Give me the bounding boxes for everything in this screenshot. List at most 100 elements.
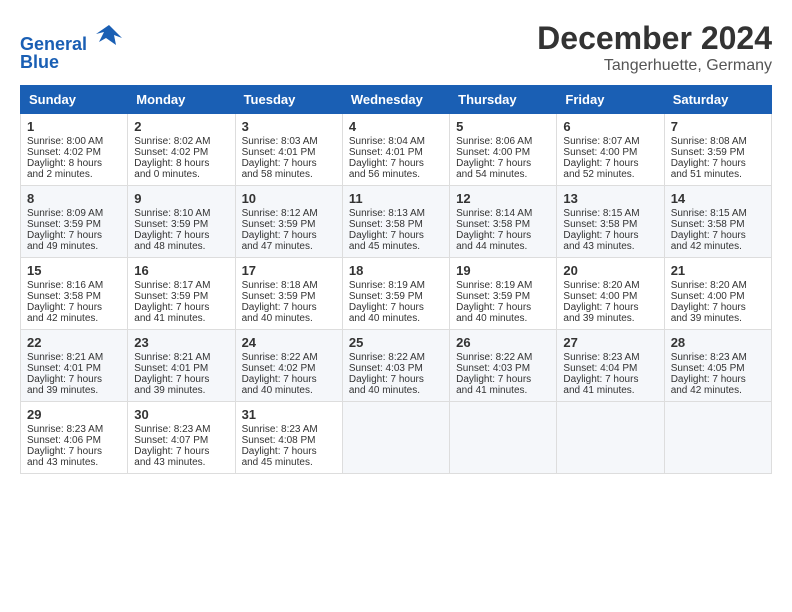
calendar-cell: 11Sunrise: 8:13 AMSunset: 3:58 PMDayligh… <box>342 186 449 258</box>
day-info: Daylight: 7 hours <box>563 302 657 313</box>
calendar-cell: 19Sunrise: 8:19 AMSunset: 3:59 PMDayligh… <box>450 258 557 330</box>
day-info: Sunrise: 8:10 AM <box>134 208 228 219</box>
day-info: and 2 minutes. <box>27 169 121 180</box>
day-info: Sunrise: 8:14 AM <box>456 208 550 219</box>
day-info: Sunrise: 8:23 AM <box>134 424 228 435</box>
day-info: and 47 minutes. <box>242 241 336 252</box>
calendar-week-3: 15Sunrise: 8:16 AMSunset: 3:58 PMDayligh… <box>21 258 772 330</box>
day-info: Daylight: 7 hours <box>563 158 657 169</box>
day-info: Daylight: 7 hours <box>27 302 121 313</box>
day-info: Sunset: 3:59 PM <box>242 291 336 302</box>
calendar-cell: 8Sunrise: 8:09 AMSunset: 3:59 PMDaylight… <box>21 186 128 258</box>
day-number: 4 <box>349 119 443 134</box>
day-info: Daylight: 7 hours <box>671 302 765 313</box>
day-info: Sunset: 3:59 PM <box>456 291 550 302</box>
day-info: Sunrise: 8:21 AM <box>27 352 121 363</box>
day-info: Daylight: 7 hours <box>27 446 121 457</box>
calendar-cell: 23Sunrise: 8:21 AMSunset: 4:01 PMDayligh… <box>128 330 235 402</box>
calendar-cell: 24Sunrise: 8:22 AMSunset: 4:02 PMDayligh… <box>235 330 342 402</box>
day-info: Sunrise: 8:07 AM <box>563 136 657 147</box>
day-info: and 40 minutes. <box>242 385 336 396</box>
day-info: Sunset: 3:59 PM <box>134 219 228 230</box>
day-number: 15 <box>27 263 121 278</box>
day-info: and 52 minutes. <box>563 169 657 180</box>
day-info: Daylight: 7 hours <box>27 374 121 385</box>
calendar-cell: 10Sunrise: 8:12 AMSunset: 3:59 PMDayligh… <box>235 186 342 258</box>
day-info: Daylight: 7 hours <box>242 446 336 457</box>
day-info: and 54 minutes. <box>456 169 550 180</box>
calendar-week-4: 22Sunrise: 8:21 AMSunset: 4:01 PMDayligh… <box>21 330 772 402</box>
calendar-cell: 1Sunrise: 8:00 AMSunset: 4:02 PMDaylight… <box>21 114 128 186</box>
day-info: Daylight: 7 hours <box>563 374 657 385</box>
day-info: Sunrise: 8:23 AM <box>563 352 657 363</box>
day-info: Daylight: 7 hours <box>134 230 228 241</box>
day-number: 14 <box>671 191 765 206</box>
day-info: Daylight: 7 hours <box>671 158 765 169</box>
day-info: Sunrise: 8:09 AM <box>27 208 121 219</box>
day-info: Sunset: 3:58 PM <box>563 219 657 230</box>
day-info: Sunset: 4:06 PM <box>27 435 121 446</box>
calendar-cell: 25Sunrise: 8:22 AMSunset: 4:03 PMDayligh… <box>342 330 449 402</box>
calendar-table: SundayMondayTuesdayWednesdayThursdayFrid… <box>20 85 772 474</box>
weekday-header-wednesday: Wednesday <box>342 86 449 114</box>
day-info: Sunrise: 8:03 AM <box>242 136 336 147</box>
weekday-header-sunday: Sunday <box>21 86 128 114</box>
day-number: 18 <box>349 263 443 278</box>
day-info: and 43 minutes. <box>134 457 228 468</box>
day-info: Sunrise: 8:20 AM <box>671 280 765 291</box>
weekday-header-friday: Friday <box>557 86 664 114</box>
day-number: 13 <box>563 191 657 206</box>
day-number: 23 <box>134 335 228 350</box>
weekday-header-monday: Monday <box>128 86 235 114</box>
day-info: and 42 minutes. <box>671 385 765 396</box>
day-number: 1 <box>27 119 121 134</box>
day-info: and 42 minutes. <box>671 241 765 252</box>
day-info: Sunrise: 8:18 AM <box>242 280 336 291</box>
day-number: 26 <box>456 335 550 350</box>
calendar-week-1: 1Sunrise: 8:00 AMSunset: 4:02 PMDaylight… <box>21 114 772 186</box>
day-info: Daylight: 7 hours <box>134 302 228 313</box>
calendar-cell: 13Sunrise: 8:15 AMSunset: 3:58 PMDayligh… <box>557 186 664 258</box>
day-info: and 39 minutes. <box>27 385 121 396</box>
day-info: Sunset: 4:00 PM <box>563 147 657 158</box>
day-info: and 56 minutes. <box>349 169 443 180</box>
day-info: Daylight: 7 hours <box>563 230 657 241</box>
day-info: Sunrise: 8:00 AM <box>27 136 121 147</box>
day-number: 3 <box>242 119 336 134</box>
day-info: and 43 minutes. <box>27 457 121 468</box>
day-info: Sunrise: 8:22 AM <box>349 352 443 363</box>
day-number: 16 <box>134 263 228 278</box>
day-info: Sunrise: 8:20 AM <box>563 280 657 291</box>
day-info: Daylight: 7 hours <box>242 302 336 313</box>
day-info: and 48 minutes. <box>134 241 228 252</box>
day-number: 20 <box>563 263 657 278</box>
day-number: 7 <box>671 119 765 134</box>
calendar-week-2: 8Sunrise: 8:09 AMSunset: 3:59 PMDaylight… <box>21 186 772 258</box>
calendar-cell: 7Sunrise: 8:08 AMSunset: 3:59 PMDaylight… <box>664 114 771 186</box>
day-info: and 45 minutes. <box>349 241 443 252</box>
day-info: Sunset: 3:58 PM <box>456 219 550 230</box>
day-info: Sunset: 4:00 PM <box>456 147 550 158</box>
day-info: and 40 minutes. <box>349 385 443 396</box>
day-info: and 44 minutes. <box>456 241 550 252</box>
logo: General Blue <box>20 20 124 73</box>
day-info: and 41 minutes. <box>456 385 550 396</box>
day-info: Sunset: 4:03 PM <box>349 363 443 374</box>
calendar-cell: 20Sunrise: 8:20 AMSunset: 4:00 PMDayligh… <box>557 258 664 330</box>
calendar-cell: 4Sunrise: 8:04 AMSunset: 4:01 PMDaylight… <box>342 114 449 186</box>
calendar-week-5: 29Sunrise: 8:23 AMSunset: 4:06 PMDayligh… <box>21 402 772 474</box>
day-info: Daylight: 7 hours <box>242 374 336 385</box>
calendar-cell: 14Sunrise: 8:15 AMSunset: 3:58 PMDayligh… <box>664 186 771 258</box>
day-number: 12 <box>456 191 550 206</box>
day-info: Sunrise: 8:23 AM <box>671 352 765 363</box>
day-number: 17 <box>242 263 336 278</box>
day-info: and 40 minutes. <box>349 313 443 324</box>
calendar-cell: 26Sunrise: 8:22 AMSunset: 4:03 PMDayligh… <box>450 330 557 402</box>
calendar-cell <box>342 402 449 474</box>
day-info: Sunset: 3:59 PM <box>349 291 443 302</box>
day-info: Sunset: 3:59 PM <box>134 291 228 302</box>
day-info: Sunrise: 8:22 AM <box>242 352 336 363</box>
day-info: Daylight: 7 hours <box>134 374 228 385</box>
day-number: 11 <box>349 191 443 206</box>
day-info: Sunset: 4:03 PM <box>456 363 550 374</box>
